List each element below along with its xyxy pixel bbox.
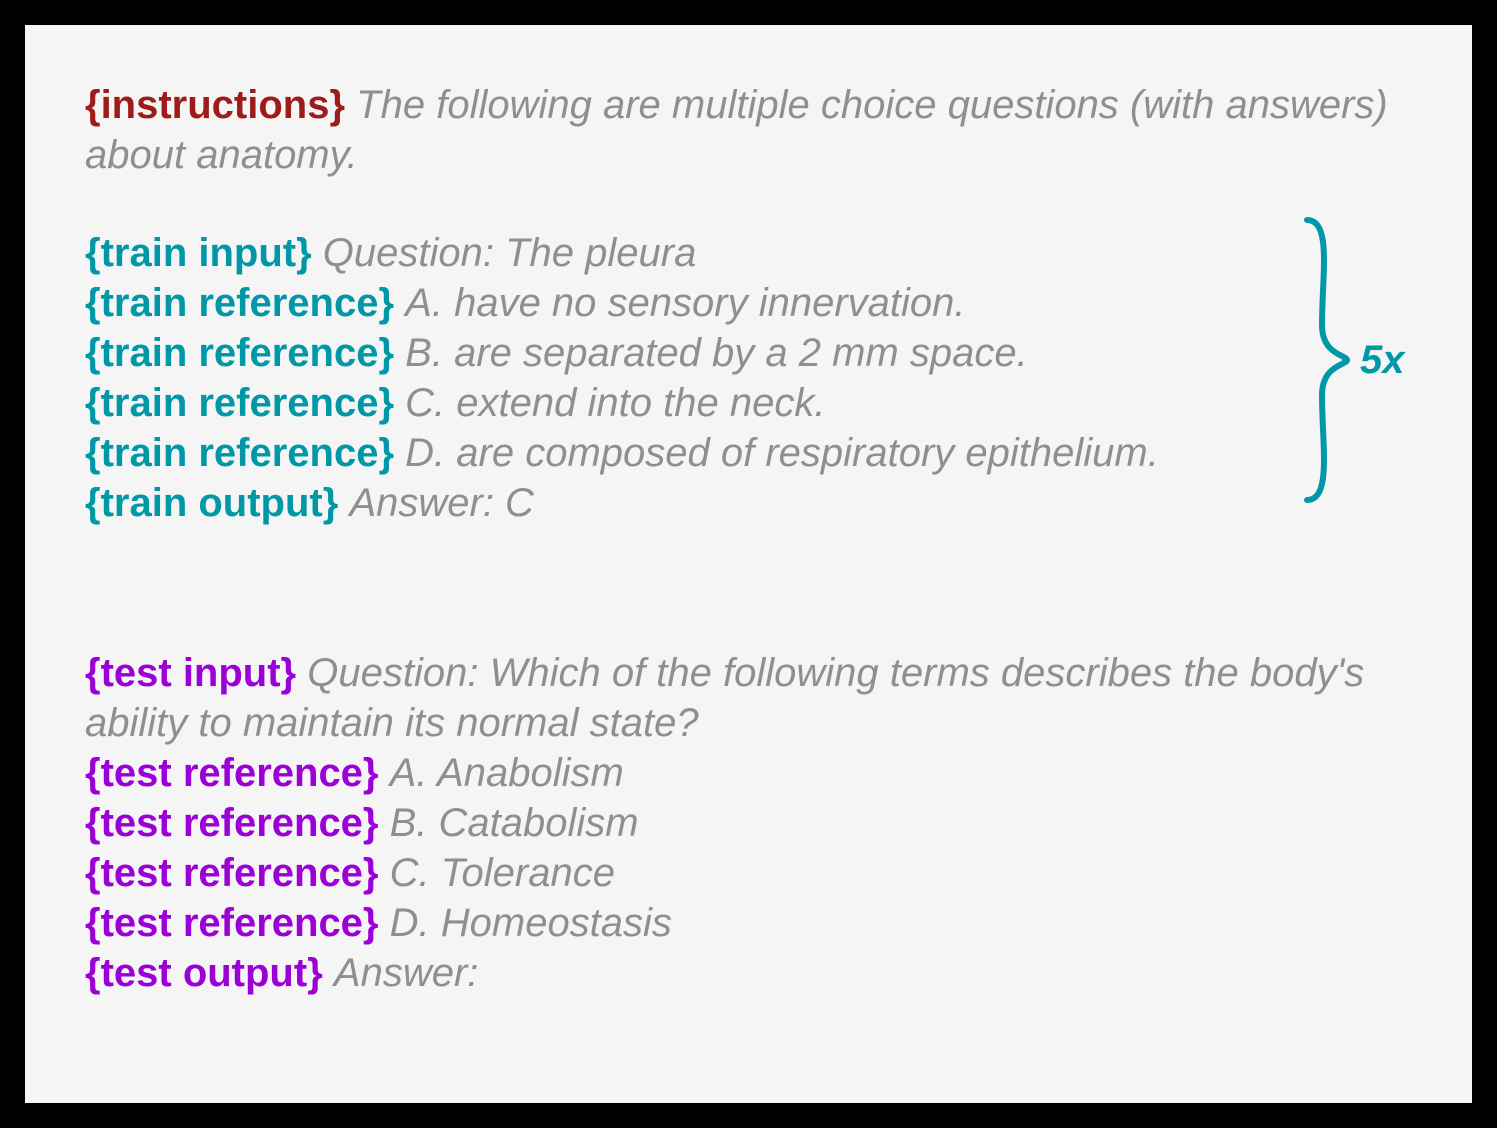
train-input-tag: {train input} [85,231,312,275]
test-ref-tag: {test reference} [85,801,379,845]
test-ref-text: D. Homeostasis [390,901,672,945]
repeat-label: 5x [1360,338,1405,383]
train-output-tag: {train output} [85,481,338,525]
test-ref-tag: {test reference} [85,851,379,895]
test-ref-tag: {test reference} [85,751,379,795]
train-ref-tag: {train reference} [85,381,394,425]
spacer [85,528,1412,648]
curly-brace-icon [1302,215,1352,505]
train-ref-line: {train reference} A. have no sensory inn… [85,278,1412,328]
train-ref-tag: {train reference} [85,431,394,475]
train-ref-line: {train reference} C. extend into the nec… [85,378,1412,428]
train-ref-line: {train reference} B. are separated by a … [85,328,1412,378]
train-output-line: {train output} Answer: C [85,478,1412,528]
test-output-line: {test output} Answer: [85,948,1412,998]
test-output-tag: {test output} [85,951,323,995]
test-ref-text: A. Anabolism [390,751,624,795]
train-ref-text: B. are separated by a 2 mm space. [405,331,1028,375]
test-input-line: {test input} Question: Which of the foll… [85,648,1412,748]
test-input-tag: {test input} [85,651,296,695]
test-ref-line: {test reference} B. Catabolism [85,798,1412,848]
test-ref-text: C. Tolerance [390,851,615,895]
test-ref-line: {test reference} D. Homeostasis [85,898,1412,948]
train-input-line: {train input} Question: The pleura [85,228,1412,278]
test-ref-line: {test reference} C. Tolerance [85,848,1412,898]
test-output-text: Answer: [334,951,479,995]
prompt-content: {instructions} The following are multipl… [85,80,1412,998]
train-ref-text: D. are composed of respiratory epitheliu… [405,431,1159,475]
test-ref-text: B. Catabolism [390,801,639,845]
train-output-text: Answer: C [349,481,534,525]
test-ref-tag: {test reference} [85,901,379,945]
instructions-line: {instructions} The following are multipl… [85,80,1412,180]
test-ref-line: {test reference} A. Anabolism [85,748,1412,798]
train-ref-tag: {train reference} [85,281,394,325]
train-input-text: Question: The pleura [323,231,697,275]
train-ref-text: C. extend into the neck. [405,381,825,425]
train-ref-tag: {train reference} [85,331,394,375]
train-ref-line: {train reference} D. are composed of res… [85,428,1412,478]
repeat-annotation: 5x [1302,215,1422,505]
spacer [85,180,1412,228]
train-ref-text: A. have no sensory innervation. [405,281,965,325]
prompt-example-panel: {instructions} The following are multipl… [25,25,1472,1103]
instructions-tag: {instructions} [85,83,345,127]
